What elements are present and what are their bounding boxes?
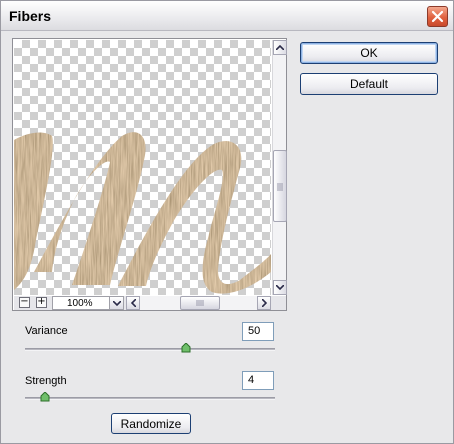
fibers-preview-image — [14, 132, 271, 294]
grip-icon — [196, 300, 204, 306]
vertical-scrollbar[interactable] — [272, 40, 287, 295]
strength-slider-thumb[interactable] — [40, 392, 50, 402]
zoom-select[interactable]: 100% — [52, 296, 124, 310]
preview-canvas[interactable] — [14, 40, 271, 295]
fibers-dialog: Fibers − + 100% OK Default Variance 50 S… — [0, 0, 454, 444]
default-button[interactable]: Default — [300, 73, 438, 95]
zoom-in-button[interactable]: + — [36, 297, 47, 308]
chevron-down-icon — [112, 300, 121, 306]
zoom-out-button[interactable]: − — [19, 297, 30, 308]
scroll-down-arrow[interactable] — [273, 280, 287, 295]
chevron-left-icon — [130, 299, 136, 307]
grip-icon — [277, 183, 283, 191]
chevron-down-icon — [276, 285, 284, 290]
variance-label: Variance — [25, 325, 68, 337]
close-button[interactable] — [427, 6, 448, 27]
randomize-button[interactable]: Randomize — [111, 413, 191, 434]
close-icon — [431, 10, 444, 23]
variance-slider-thumb[interactable] — [181, 343, 191, 353]
dialog-title: Fibers — [9, 8, 52, 24]
horizontal-scrollbar[interactable] — [126, 296, 271, 310]
variance-input[interactable]: 50 — [242, 322, 274, 341]
scroll-right-arrow[interactable] — [257, 296, 271, 310]
horizontal-scroll-thumb[interactable] — [180, 296, 220, 310]
title-bar[interactable]: Fibers — [1, 1, 453, 31]
scroll-left-arrow[interactable] — [126, 296, 140, 310]
chevron-right-icon — [261, 299, 267, 307]
strength-input[interactable]: 4 — [242, 371, 274, 390]
chevron-up-icon — [276, 45, 284, 50]
strength-label: Strength — [25, 375, 67, 387]
ok-button[interactable]: OK — [300, 42, 438, 64]
zoom-value: 100% — [67, 298, 93, 309]
preview-status-bar: − + 100% — [14, 296, 286, 310]
strength-slider-track[interactable] — [25, 397, 275, 400]
scroll-up-arrow[interactable] — [273, 40, 287, 55]
preview-panel: − + 100% — [12, 38, 287, 311]
variance-slider-track[interactable] — [25, 348, 275, 351]
zoom-dropdown-button[interactable] — [109, 297, 123, 309]
vertical-scroll-thumb[interactable] — [273, 150, 287, 222]
